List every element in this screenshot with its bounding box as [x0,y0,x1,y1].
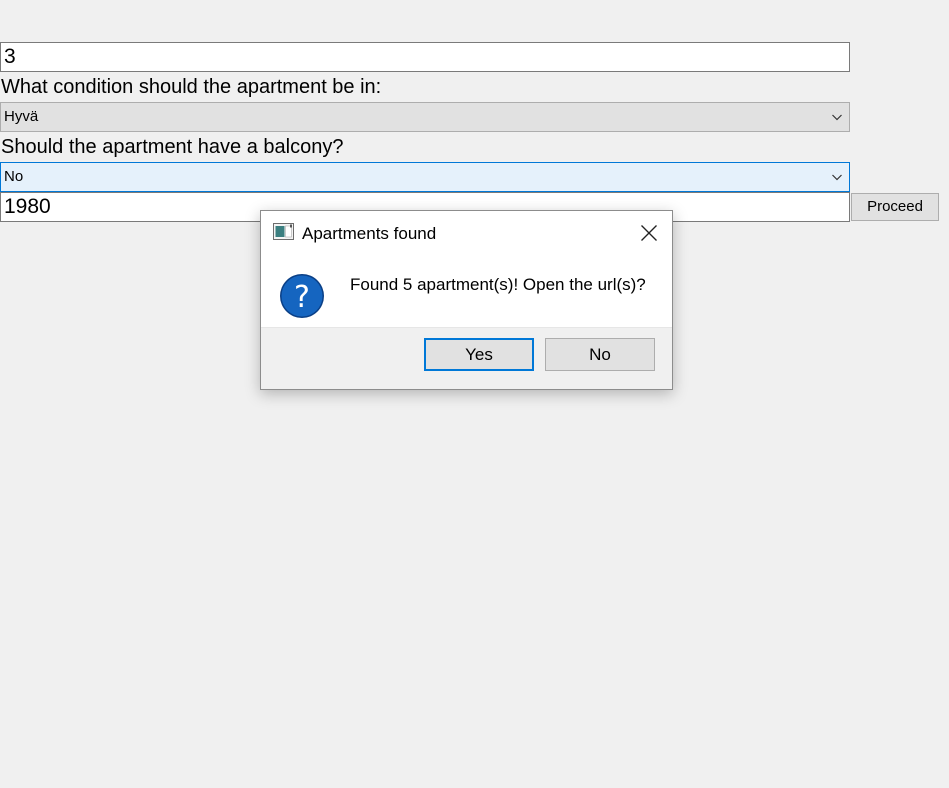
yes-button[interactable]: Yes [424,338,534,371]
dialog-titlebar[interactable]: Apartments found [261,211,672,257]
chevron-down-icon [832,114,842,121]
message-dialog: Apartments found ? Found 5 apartment(s)!… [260,210,673,390]
condition-label: What condition should the apartment be i… [1,76,382,98]
dialog-title: Apartments found [302,224,437,243]
proceed-button[interactable]: Proceed [851,193,939,221]
no-button[interactable]: No [545,338,655,371]
question-icon: ? [280,274,324,318]
app-window: What condition should the apartment be i… [0,0,949,788]
balcony-label: Should the apartment have a balcony? [1,136,344,158]
balcony-selected-value: No [4,168,24,185]
balcony-combobox[interactable]: No [0,162,850,192]
condition-selected-value: Hyvä [4,108,39,125]
chevron-down-icon [832,174,842,181]
dialog-message: Found 5 apartment(s)! Open the url(s)? [350,275,646,294]
dialog-footer: Yes No [261,327,672,389]
app-window-icon [273,223,294,240]
close-icon[interactable] [640,224,658,242]
svg-text:?: ? [294,280,310,315]
rooms-input[interactable] [0,42,850,72]
condition-combobox[interactable]: Hyvä [0,102,850,132]
